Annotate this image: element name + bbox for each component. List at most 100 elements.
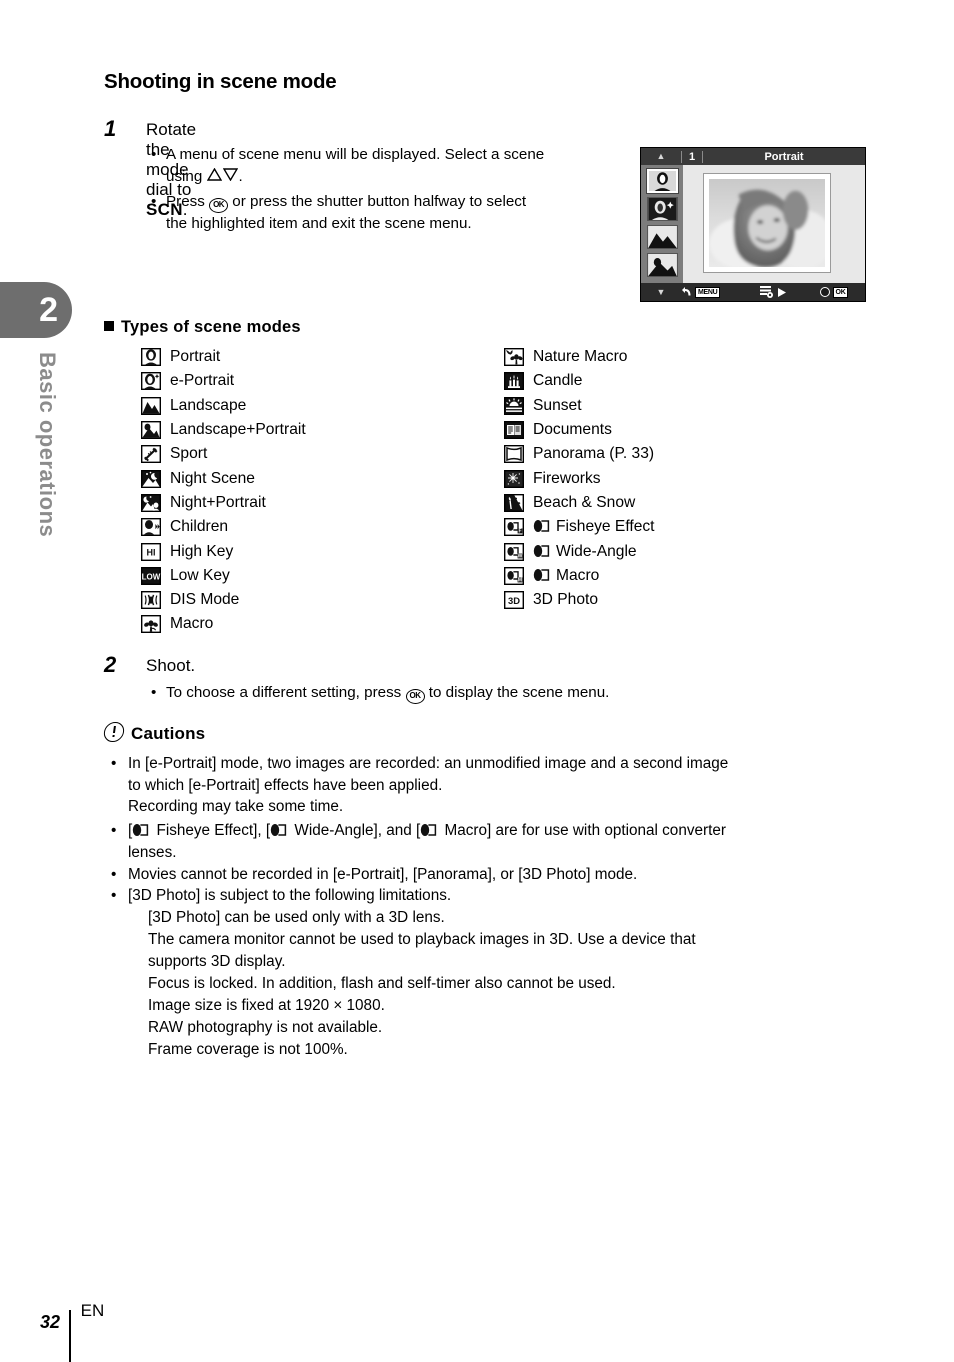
- page-title: Shooting in scene mode: [104, 70, 337, 93]
- lcd-preview-photo: [709, 179, 825, 267]
- up-down-arrows: [206, 166, 239, 188]
- documents-icon: [503, 421, 525, 440]
- scene-modes-heading-text: Types of scene modes: [121, 318, 301, 336]
- lcd-portrait-icon[interactable]: [645, 168, 679, 194]
- scene-mode-row: Landscape+Portrait: [140, 418, 306, 442]
- settings-list-icon: [760, 286, 773, 298]
- lcd-body: [641, 165, 865, 283]
- fireworks-icon: [503, 469, 525, 488]
- caution-text-d: Macro] are for use with optional convert…: [440, 822, 726, 839]
- caution-text-b: Fisheye Effect], [: [152, 822, 271, 839]
- scene-mode-label: Nature Macro: [533, 348, 628, 366]
- scene-mode-label: Children: [170, 518, 229, 536]
- scene-mode-row: Sunset: [503, 394, 655, 418]
- converter-lens-icon: [420, 822, 440, 836]
- lcd-landscape-icon[interactable]: [646, 225, 678, 249]
- lcd-landscape-portrait-icon[interactable]: [646, 253, 678, 277]
- converter-lens-icon: [533, 519, 553, 533]
- scene-mode-row: Sport: [140, 442, 306, 466]
- scene-mode-row: Nature Macro: [503, 345, 655, 369]
- back-arrow-icon: [682, 287, 691, 296]
- converter-lens-icon: [533, 568, 553, 582]
- triangle-up-icon: [206, 167, 223, 181]
- scene-mode-label: Panorama (P. 33): [533, 445, 655, 463]
- caution-text: Focus is locked. In addition, flash and …: [148, 975, 616, 992]
- step-1-bullet-2-text-b: or press the shutter button halfway to s…: [232, 193, 527, 210]
- camera-lcd-illustration: ▲ 1 Portrait ▼ MENU OK: [640, 147, 866, 302]
- scene-mode-label-text: Macro: [556, 566, 600, 584]
- converter-lens-icon: [533, 544, 553, 558]
- scene-mode-label: Fireworks: [533, 469, 601, 487]
- svg-text:HI: HI: [147, 547, 156, 557]
- lcd-ok-control[interactable]: OK: [803, 286, 865, 298]
- period: .: [238, 168, 243, 185]
- scene-mode-label: Sport: [170, 445, 208, 463]
- scene-mode-row: Documents: [503, 418, 655, 442]
- caution-text: The camera monitor cannot be used to pla…: [148, 931, 696, 948]
- sunset-icon: [503, 396, 525, 415]
- scene-mode-label: Macro: [533, 567, 599, 585]
- landscape-icon: [140, 396, 162, 415]
- step-1-bullet-1-cont: using .: [166, 166, 243, 188]
- dis-mode-icon: [140, 591, 162, 610]
- scene-mode-label-text: Wide-Angle: [556, 542, 637, 560]
- caution-subline: supports 3D display.: [148, 951, 285, 973]
- scene-mode-row: F Fisheye Effect: [503, 515, 655, 539]
- step-1-bullet-1-text: A menu of scene menu will be displayed. …: [166, 146, 545, 163]
- language-code: EN: [80, 1301, 105, 1320]
- caution-line-lenses: • [ Fisheye Effect], [ Wide-Angle], and …: [111, 820, 726, 842]
- beach-snow-icon: [503, 493, 525, 512]
- caution-line: • [3D Photo] is subject to the following…: [111, 885, 451, 907]
- caution-line: • In [e-Portrait] mode, two images are r…: [111, 753, 728, 775]
- scene-mode-row: M Macro: [503, 564, 655, 588]
- portrait-icon: [140, 348, 162, 367]
- cautions-heading-text: Cautions: [131, 724, 206, 743]
- scene-modes-left-column: Portrait e-Portrait Landscape Landscape+…: [140, 345, 306, 637]
- scene-mode-label: Sunset: [533, 396, 582, 414]
- converter-macro-icon: M: [503, 566, 525, 585]
- high-key-icon: HI: [140, 542, 162, 561]
- page-number: 32: [40, 1311, 61, 1332]
- ok-dial-icon: [819, 287, 830, 297]
- scene-mode-row: Fireworks: [503, 466, 655, 490]
- lcd-menu-control[interactable]: MENU: [681, 286, 743, 298]
- bullet-dot: •: [151, 684, 157, 701]
- lcd-scroll-up-icon[interactable]: ▲: [641, 152, 681, 161]
- chapter-number: 2: [39, 291, 58, 329]
- svg-text:W: W: [518, 553, 523, 559]
- converter-fisheye-icon: F: [503, 518, 525, 537]
- step-1-bullet-2-text: Press: [166, 193, 205, 210]
- caution-line: • Movies cannot be recorded in [e-Portra…: [111, 864, 637, 886]
- lcd-settings-control[interactable]: [743, 286, 803, 298]
- scene-mode-label: Portrait: [170, 348, 221, 366]
- step-2-bullet-suffix: to display the scene menu.: [428, 684, 610, 701]
- scene-mode-label: Low Key: [170, 566, 230, 584]
- nature-macro-icon: [503, 348, 525, 367]
- scene-mode-row: Children: [140, 515, 306, 539]
- svg-text:3D: 3D: [508, 595, 520, 606]
- caution-subline: Frame coverage is not 100%.: [148, 1039, 348, 1061]
- lcd-top-bar: ▲ 1 Portrait: [641, 148, 865, 165]
- scene-mode-label: e-Portrait: [170, 372, 235, 390]
- scene-modes-heading: Types of scene modes: [104, 318, 301, 337]
- converter-wide-icon: W: [503, 542, 525, 561]
- step-1-bullet-1: • A menu of scene menu will be displayed…: [151, 144, 636, 166]
- scene-mode-label: Landscape: [170, 396, 247, 414]
- caution-line: to which [e-Portrait] effects have been …: [128, 775, 442, 797]
- lcd-scroll-down-icon[interactable]: ▼: [641, 287, 681, 297]
- lcd-page-indicator: 1: [681, 150, 703, 163]
- svg-text:F: F: [518, 529, 521, 535]
- triangle-down-icon: [222, 168, 239, 182]
- caution-subline: The camera monitor cannot be used to pla…: [148, 929, 696, 951]
- scene-mode-row: Panorama (P. 33): [503, 442, 655, 466]
- caution-text: supports 3D display.: [148, 953, 286, 970]
- caution-text: Image size is fixed at 1920 × 1080.: [148, 997, 385, 1014]
- caution-subline: Image size is fixed at 1920 × 1080.: [148, 995, 385, 1017]
- children-icon: [140, 518, 162, 537]
- lcd-e-portrait-icon[interactable]: [646, 197, 678, 221]
- chapter-tab: 2: [0, 282, 72, 338]
- lcd-scene-icon-strip: [641, 165, 683, 283]
- triangle-right-icon: [778, 287, 786, 297]
- scene-mode-label: Beach & Snow: [533, 493, 636, 511]
- scene-mode-row: Landscape: [140, 394, 306, 418]
